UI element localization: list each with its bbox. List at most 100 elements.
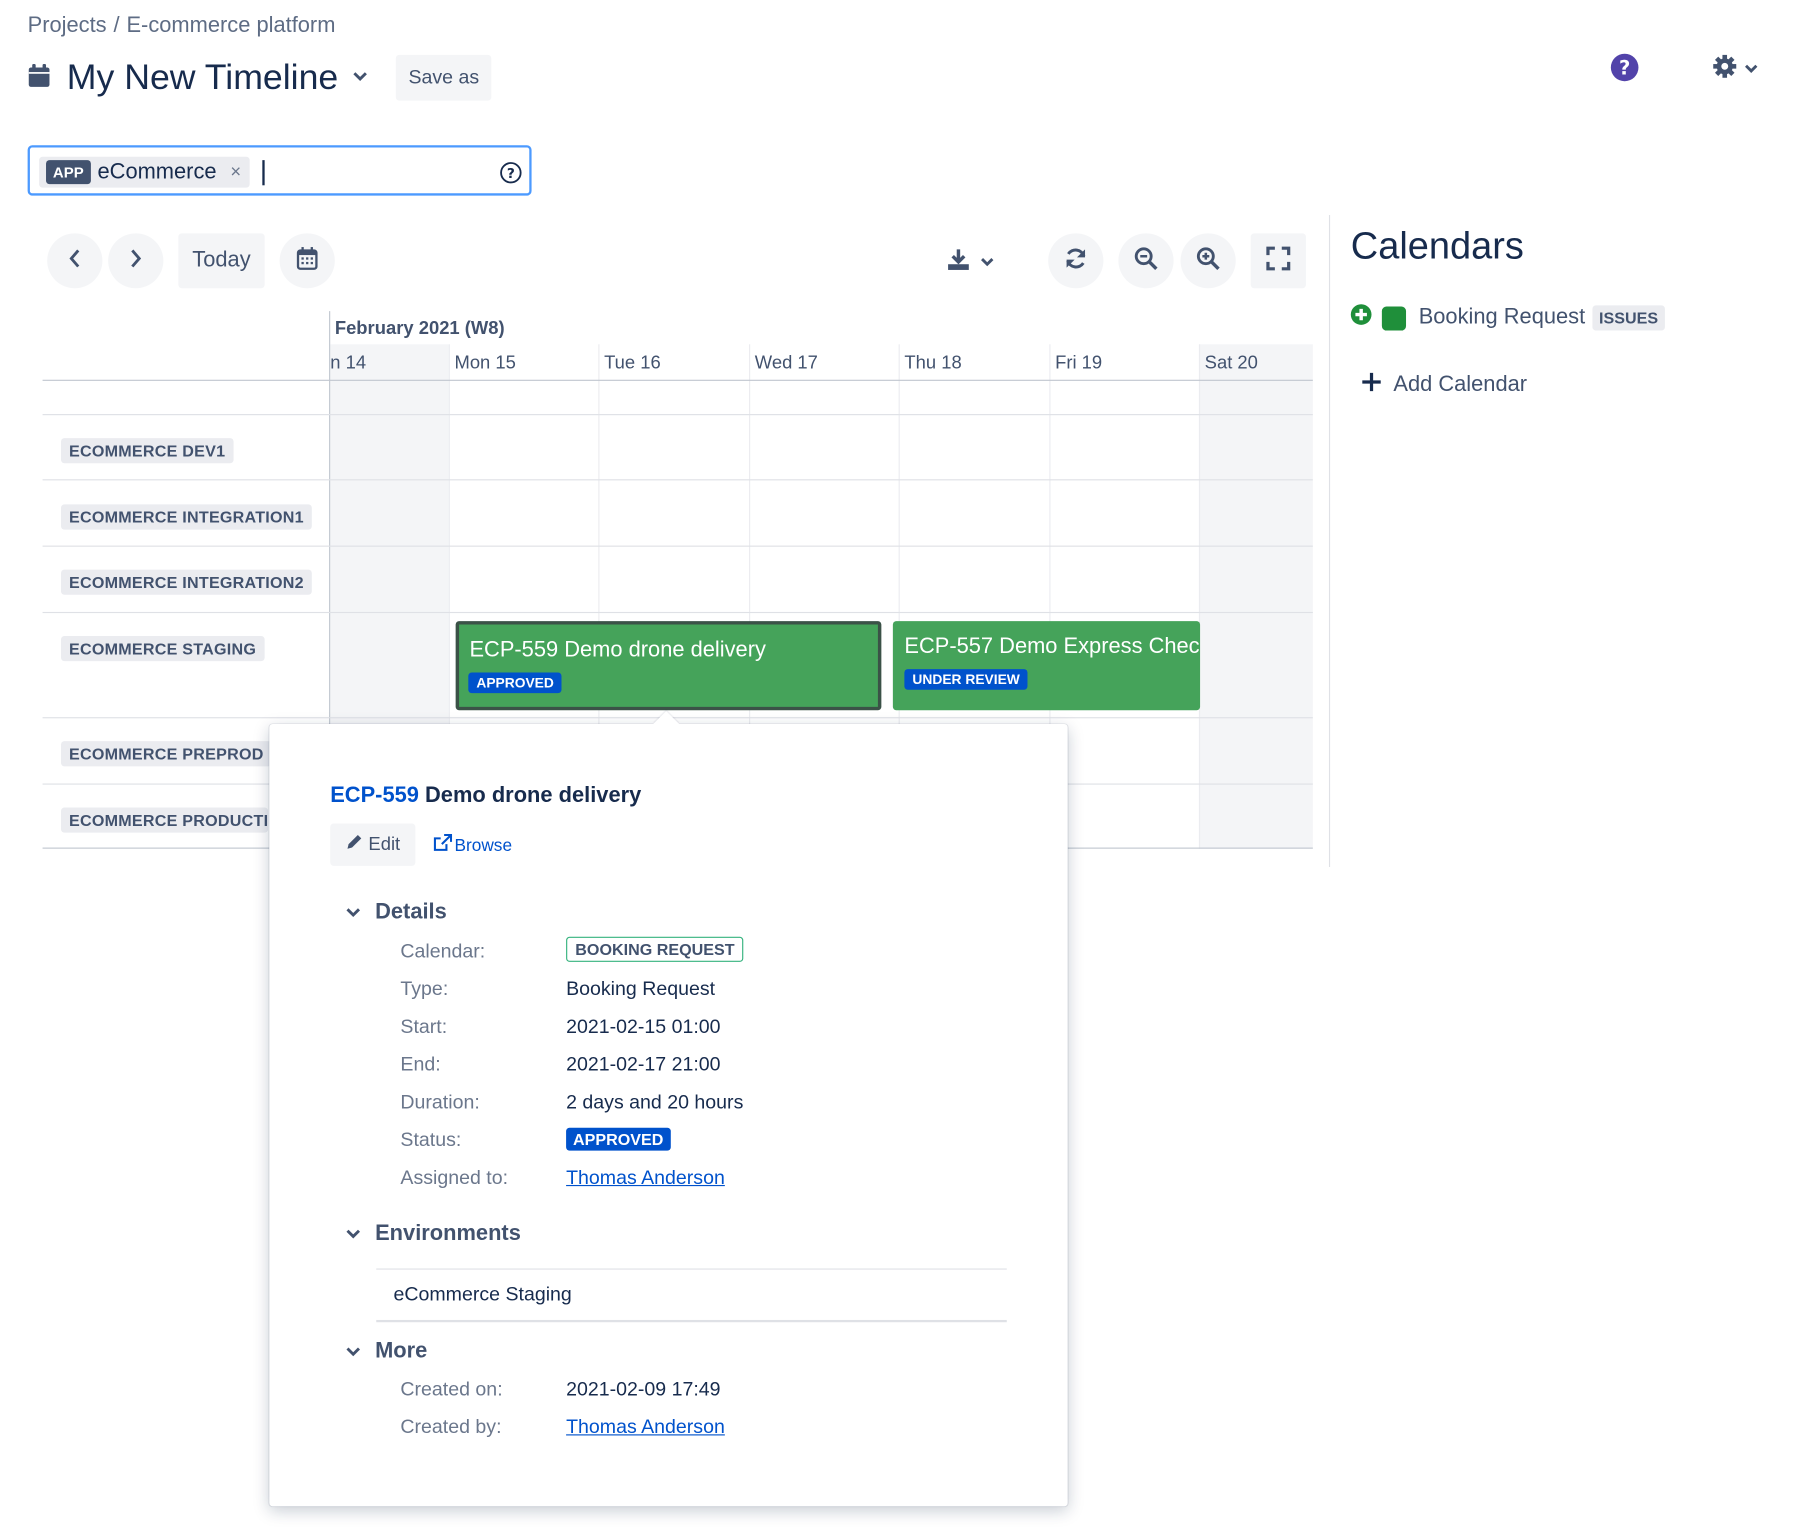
row-label-preprod: ECOMMERCE PREPROD: [60, 741, 272, 767]
refresh-icon: [1063, 245, 1088, 276]
grid-line: [42, 479, 1313, 481]
end-label: End:: [400, 1053, 441, 1076]
event-bar-ecp-559[interactable]: ECP-559 Demo drone delivery APPROVED: [455, 621, 882, 711]
calendar-label: Calendar:: [400, 940, 486, 962]
created-by-label: Created by:: [400, 1416, 502, 1438]
external-link-icon: [433, 833, 453, 857]
browse-link[interactable]: Browse: [433, 833, 513, 857]
status-badge: UNDER REVIEW: [904, 669, 1028, 690]
issue-key-link[interactable]: ECP-559: [330, 784, 419, 808]
popup-title: ECP-559 Demo drone delivery: [330, 784, 641, 809]
breadcrumb-separator: /: [113, 13, 120, 38]
add-calendar-button[interactable]: Add Calendar: [1361, 372, 1527, 399]
gear-icon: [1712, 54, 1737, 85]
title-row: My New Timeline Save as: [28, 53, 492, 103]
filter-search-input[interactable]: APP eCommerce × ?: [27, 145, 532, 196]
environments-section-toggle[interactable]: Environments: [345, 1222, 521, 1247]
popup-arrow: [653, 711, 680, 737]
page-title[interactable]: My New Timeline: [67, 57, 339, 98]
plus-icon: [1361, 372, 1382, 399]
chevron-down-icon: [345, 1339, 361, 1364]
created-on-label: Created on:: [400, 1378, 503, 1401]
svg-text:?: ?: [1619, 56, 1630, 79]
day-header: Wed 17: [754, 353, 818, 373]
add-calendar-label: Add Calendar: [1393, 372, 1528, 397]
start-label: Start:: [400, 1015, 448, 1038]
environments-heading: Environments: [375, 1221, 521, 1246]
week-label: February 2021 (W8): [334, 319, 505, 339]
close-icon[interactable]: ×: [230, 162, 241, 183]
breadcrumb-projects[interactable]: Projects: [28, 14, 107, 38]
start-value: 2021-02-15 01:00: [566, 1015, 721, 1038]
calendars-title: Calendars: [1350, 224, 1524, 267]
browse-label: Browse: [454, 835, 513, 855]
calendar-value: BOOKING REQUEST: [566, 936, 744, 962]
chevron-left-icon: [68, 248, 82, 274]
refresh-button[interactable]: [1048, 233, 1104, 289]
grid-line: [42, 611, 1313, 614]
breadcrumb-project[interactable]: E-commerce platform: [126, 14, 335, 38]
next-button[interactable]: [108, 233, 164, 289]
event-details-popup: ECP-559 Demo drone delivery Edit Browse …: [269, 711, 1068, 1507]
settings-menu[interactable]: [1712, 54, 1758, 85]
grid-line: [42, 414, 1313, 416]
calendar-item-booking-request[interactable]: Booking Request ISSUES: [1350, 303, 1666, 333]
download-icon: [946, 247, 971, 278]
chevron-right-icon: [129, 248, 143, 274]
more-section-toggle[interactable]: More: [345, 1339, 427, 1364]
grid-line: [42, 717, 1313, 719]
help-circle-icon[interactable]: ?: [499, 161, 522, 190]
calendar-icon: [296, 245, 319, 276]
calendar-color-swatch: [1381, 305, 1407, 330]
weekend-column: [1198, 344, 1313, 849]
status-label: Status:: [400, 1128, 462, 1151]
event-title: ECP-559 Demo drone delivery: [469, 638, 766, 663]
details-section-toggle[interactable]: Details: [345, 900, 447, 925]
day-header: Mon 15: [454, 353, 516, 373]
duration-label: Duration:: [400, 1091, 480, 1113]
grid-line: [42, 379, 1313, 381]
chevron-down-icon: [1744, 59, 1758, 80]
save-as-button[interactable]: Save as: [395, 54, 492, 101]
calendar-icon: [28, 62, 51, 93]
help-icon[interactable]: ?: [1610, 53, 1640, 88]
duration-value: 2 days and 20 hours: [566, 1091, 744, 1113]
filter-chip[interactable]: APP eCommerce ×: [39, 156, 250, 188]
zoom-in-button[interactable]: [1180, 233, 1236, 289]
edit-button[interactable]: Edit: [330, 823, 416, 866]
event-title: ECP-557 Demo Express Checkout: [904, 634, 1200, 659]
row-label-staging: ECOMMERCE STAGING: [60, 635, 265, 662]
zoom-out-button[interactable]: [1118, 233, 1174, 289]
fullscreen-button[interactable]: [1250, 233, 1306, 289]
prev-button[interactable]: [47, 233, 103, 289]
row-label-integration2: ECOMMERCE INTEGRATION2: [60, 569, 312, 595]
grid-line: [42, 545, 1313, 547]
day-header: Thu 18: [904, 353, 962, 373]
add-circle-icon[interactable]: [1350, 303, 1373, 333]
event-bar-ecp-557[interactable]: ECP-557 Demo Express Checkout UNDER REVI…: [892, 621, 1201, 711]
breadcrumb: Projects / E-commerce platform: [28, 14, 336, 39]
assignee-link[interactable]: Thomas Anderson: [566, 1167, 725, 1190]
export-menu[interactable]: [946, 247, 994, 278]
type-label: Type:: [400, 977, 449, 1000]
environments-table: eCommerce Staging: [376, 1268, 1007, 1323]
svg-text:?: ?: [507, 166, 515, 182]
zoom-out-icon: [1133, 245, 1158, 276]
end-value: 2021-02-17 21:00: [566, 1053, 721, 1076]
created-on-value: 2021-02-09 17:49: [566, 1378, 721, 1401]
zoom-in-icon: [1195, 245, 1220, 276]
date-picker-button[interactable]: [279, 233, 335, 289]
issue-summary: Demo drone delivery: [425, 783, 642, 808]
status-badge: APPROVED: [468, 672, 562, 694]
chevron-down-icon[interactable]: [352, 67, 368, 88]
today-button[interactable]: Today: [178, 233, 265, 289]
day-header: Fri 19: [1055, 353, 1103, 373]
status-badge: APPROVED: [566, 1127, 671, 1151]
grid-line: [1198, 344, 1201, 849]
calendar-badge: BOOKING REQUEST: [566, 936, 744, 962]
text-caret: [262, 160, 265, 186]
chevron-down-icon: [345, 900, 361, 925]
pencil-icon: [345, 833, 363, 857]
creator-link[interactable]: Thomas Anderson: [566, 1416, 725, 1439]
edit-label: Edit: [368, 834, 401, 854]
